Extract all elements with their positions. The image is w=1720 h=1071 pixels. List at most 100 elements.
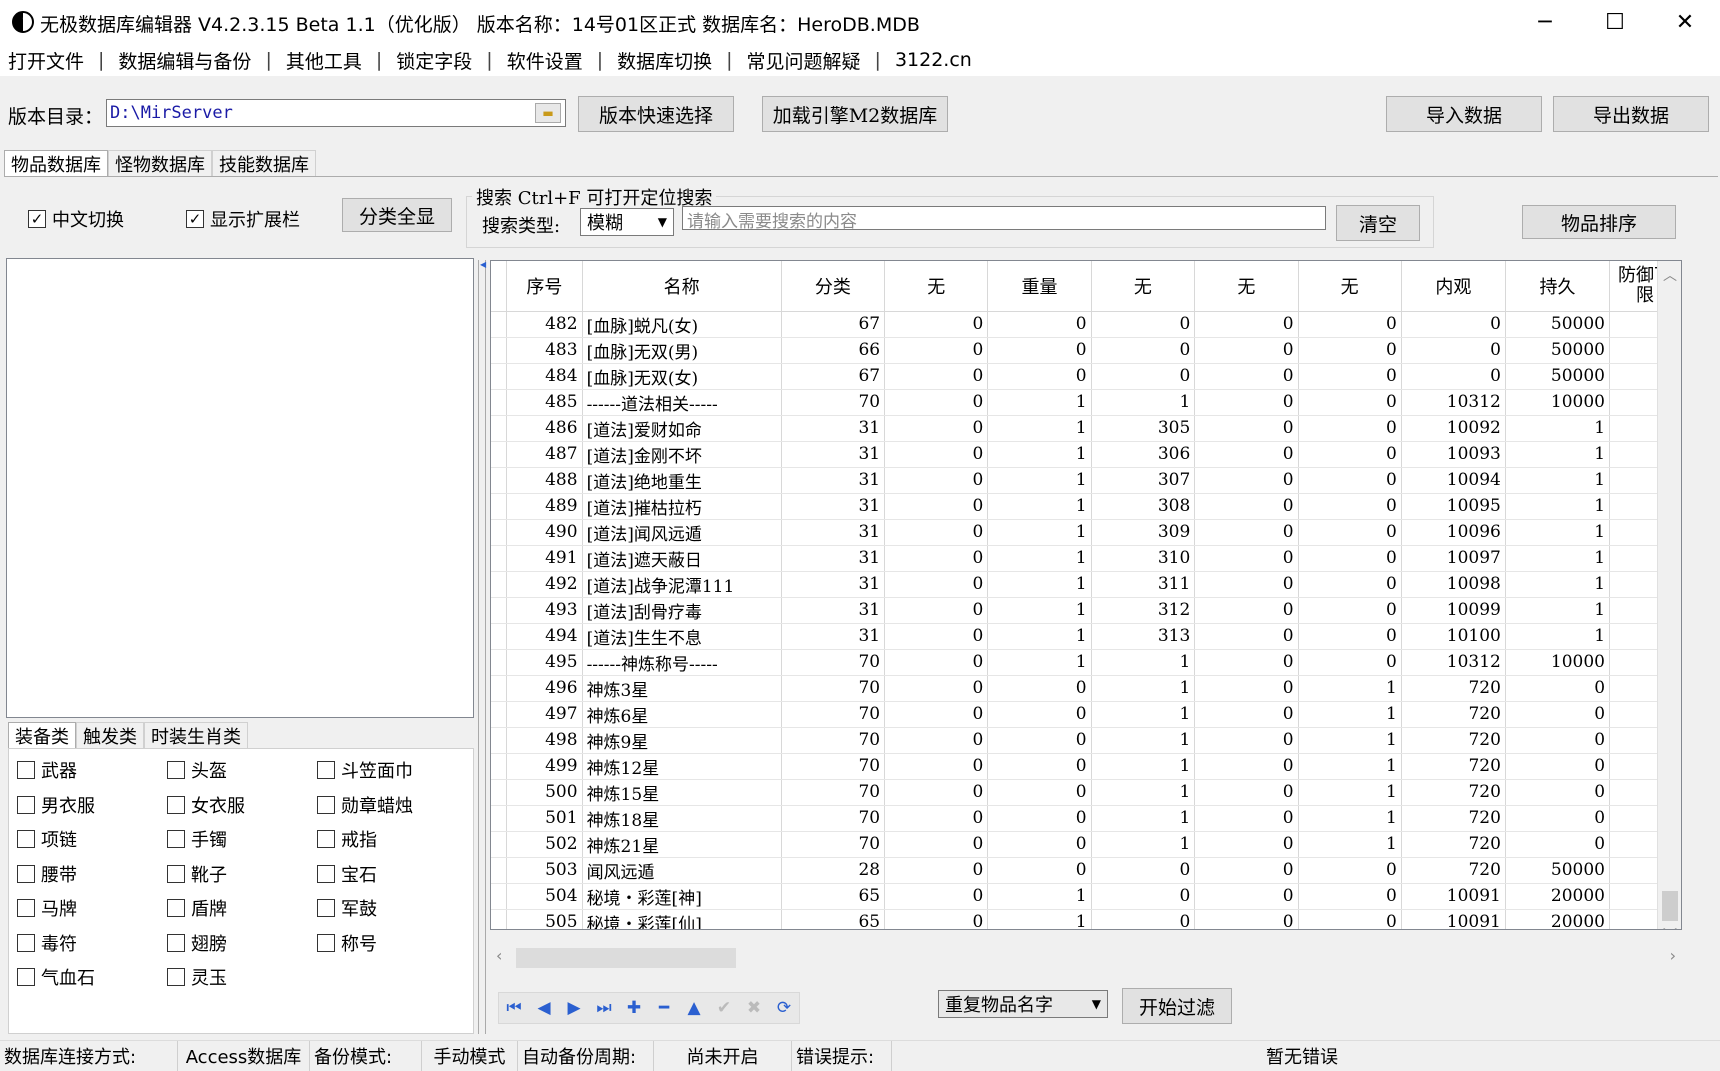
table-cell[interactable]: 0	[987, 727, 1092, 754]
table-cell[interactable]: 1	[1298, 779, 1402, 806]
category-checkbox[interactable]: 戒指	[317, 826, 377, 852]
table-cell[interactable]: 神炼9星	[582, 727, 782, 754]
show-ext-checkbox[interactable]: ✓ 显示扩展栏	[186, 206, 300, 232]
table-cell[interactable]: 1	[987, 909, 1092, 929]
table-cell[interactable]: 0	[884, 337, 989, 364]
category-checkbox[interactable]: 武器	[17, 757, 77, 783]
table-cell[interactable]: 306	[1091, 441, 1196, 468]
table-cell[interactable]: 0	[884, 753, 989, 780]
table-cell[interactable]: 493	[506, 597, 583, 624]
table-cell[interactable]: [血脉]蜕凡(女)	[582, 311, 782, 338]
table-cell[interactable]: 486	[506, 415, 583, 442]
table-cell[interactable]: 0	[884, 909, 989, 929]
table-row[interactable]: 496神炼3星700010172000	[491, 675, 1681, 702]
table-cell[interactable]: 10098	[1401, 571, 1506, 598]
tab-items[interactable]: 物品数据库	[4, 150, 108, 176]
table-cell[interactable]: 0	[884, 805, 989, 832]
table-cell[interactable]: [道法]绝地重生	[582, 467, 782, 494]
table-cell[interactable]: 1	[1505, 467, 1611, 494]
menu-item[interactable]: 锁定字段	[396, 47, 472, 74]
table-cell[interactable]: 1	[1298, 831, 1402, 858]
menu-item[interactable]: 数据编辑与备份	[118, 47, 251, 74]
table-row[interactable]: 493[道法]刮骨疗毒3101312001009910	[491, 597, 1681, 624]
table-cell[interactable]: 1	[1091, 805, 1196, 832]
table-cell[interactable]: 10094	[1401, 467, 1506, 494]
table-cell[interactable]: 497	[506, 701, 583, 728]
row-indicator[interactable]	[491, 493, 508, 520]
table-cell[interactable]: 505	[506, 909, 583, 929]
column-header[interactable]: 无	[884, 261, 989, 312]
table-cell[interactable]: [道法]闻风远遁	[582, 519, 782, 546]
add-record-icon[interactable]: ✚	[619, 993, 649, 1023]
menu-item[interactable]: 常见问题解疑	[747, 47, 861, 74]
category-checkbox[interactable]: 气血石	[17, 964, 95, 990]
table-cell[interactable]: 0	[987, 363, 1092, 390]
table-cell[interactable]: 秘境・彩莲[神]	[582, 883, 782, 910]
table-row[interactable]: 504秘境・彩莲[神]650100010091200001	[491, 883, 1681, 910]
table-cell[interactable]: 65	[781, 909, 886, 929]
table-cell[interactable]: 0	[1505, 701, 1611, 728]
table-cell[interactable]: 0	[1298, 467, 1402, 494]
table-cell[interactable]: 0	[1298, 493, 1402, 520]
row-indicator[interactable]	[491, 831, 508, 858]
table-cell[interactable]: 1	[987, 415, 1092, 442]
table-cell[interactable]: 70	[781, 389, 886, 416]
table-cell[interactable]: 0	[884, 727, 989, 754]
table-cell[interactable]: 1	[1091, 831, 1196, 858]
table-cell[interactable]: 0	[1298, 649, 1402, 676]
category-checkbox[interactable]: 手镯	[167, 826, 227, 852]
table-cell[interactable]: 1	[1505, 623, 1611, 650]
column-header[interactable]: 持久	[1505, 261, 1611, 312]
import-button[interactable]: 导入数据	[1386, 96, 1542, 132]
table-cell[interactable]: 1	[1091, 389, 1196, 416]
table-cell[interactable]: 495	[506, 649, 583, 676]
category-checkbox[interactable]: 女衣服	[167, 792, 245, 818]
column-header[interactable]: 无	[1091, 261, 1196, 312]
post-record-icon[interactable]: ✔	[709, 993, 739, 1023]
table-row[interactable]: 494[道法]生生不息3101313001010010	[491, 623, 1681, 650]
row-indicator[interactable]	[491, 753, 508, 780]
version-dir-input[interactable]: D:\MirServer ▬	[106, 99, 566, 127]
menu-item[interactable]: 打开文件	[8, 47, 84, 74]
table-cell[interactable]: 0	[987, 701, 1092, 728]
table-cell[interactable]: 503	[506, 857, 583, 884]
table-cell[interactable]: 0	[1298, 857, 1402, 884]
table-cell[interactable]: 482	[506, 311, 583, 338]
table-cell[interactable]: 502	[506, 831, 583, 858]
table-cell[interactable]: 484	[506, 363, 583, 390]
table-cell[interactable]: 70	[781, 831, 886, 858]
table-cell[interactable]: 0	[1194, 337, 1299, 364]
table-cell[interactable]: 70	[781, 649, 886, 676]
table-cell[interactable]: 0	[884, 389, 989, 416]
table-cell[interactable]: 50000	[1505, 311, 1611, 338]
table-cell[interactable]: 0	[1401, 311, 1506, 338]
table-cell[interactable]: [血脉]无双(女)	[582, 363, 782, 390]
table-cell[interactable]: 0	[1298, 415, 1402, 442]
table-cell[interactable]: 67	[781, 311, 886, 338]
table-cell[interactable]: 1	[1505, 415, 1611, 442]
edit-record-icon[interactable]: ▲	[679, 993, 709, 1023]
category-checkbox[interactable]: 灵玉	[167, 964, 227, 990]
table-cell[interactable]: 0	[1194, 753, 1299, 780]
table-cell[interactable]: 720	[1401, 675, 1506, 702]
table-row[interactable]: 489[道法]摧枯拉朽3101308001009510	[491, 493, 1681, 520]
category-tab[interactable]: 触发类	[76, 722, 144, 748]
table-cell[interactable]: 31	[781, 571, 886, 598]
sort-items-button[interactable]: 物品排序	[1522, 205, 1676, 239]
scroll-thumb[interactable]	[516, 948, 736, 968]
table-row[interactable]: 486[道法]爱财如命3101305001009210	[491, 415, 1681, 442]
table-cell[interactable]: 488	[506, 467, 583, 494]
table-cell[interactable]: [道法]遮天蔽日	[582, 545, 782, 572]
column-header[interactable]: 分类	[781, 261, 886, 312]
table-cell[interactable]: 31	[781, 415, 886, 442]
table-cell[interactable]: 0	[1194, 519, 1299, 546]
table-row[interactable]: 492[道法]战争泥潭1113101311001009810	[491, 571, 1681, 598]
table-cell[interactable]: 31	[781, 467, 886, 494]
chinese-switch-checkbox[interactable]: ✓ 中文切换	[28, 206, 124, 232]
table-cell[interactable]: 20000	[1505, 909, 1611, 929]
table-cell[interactable]: 65	[781, 883, 886, 910]
table-cell[interactable]: 496	[506, 675, 583, 702]
table-cell[interactable]: 0	[1194, 727, 1299, 754]
table-cell[interactable]: 1	[1505, 571, 1611, 598]
cancel-record-icon[interactable]: ✖	[739, 993, 769, 1023]
